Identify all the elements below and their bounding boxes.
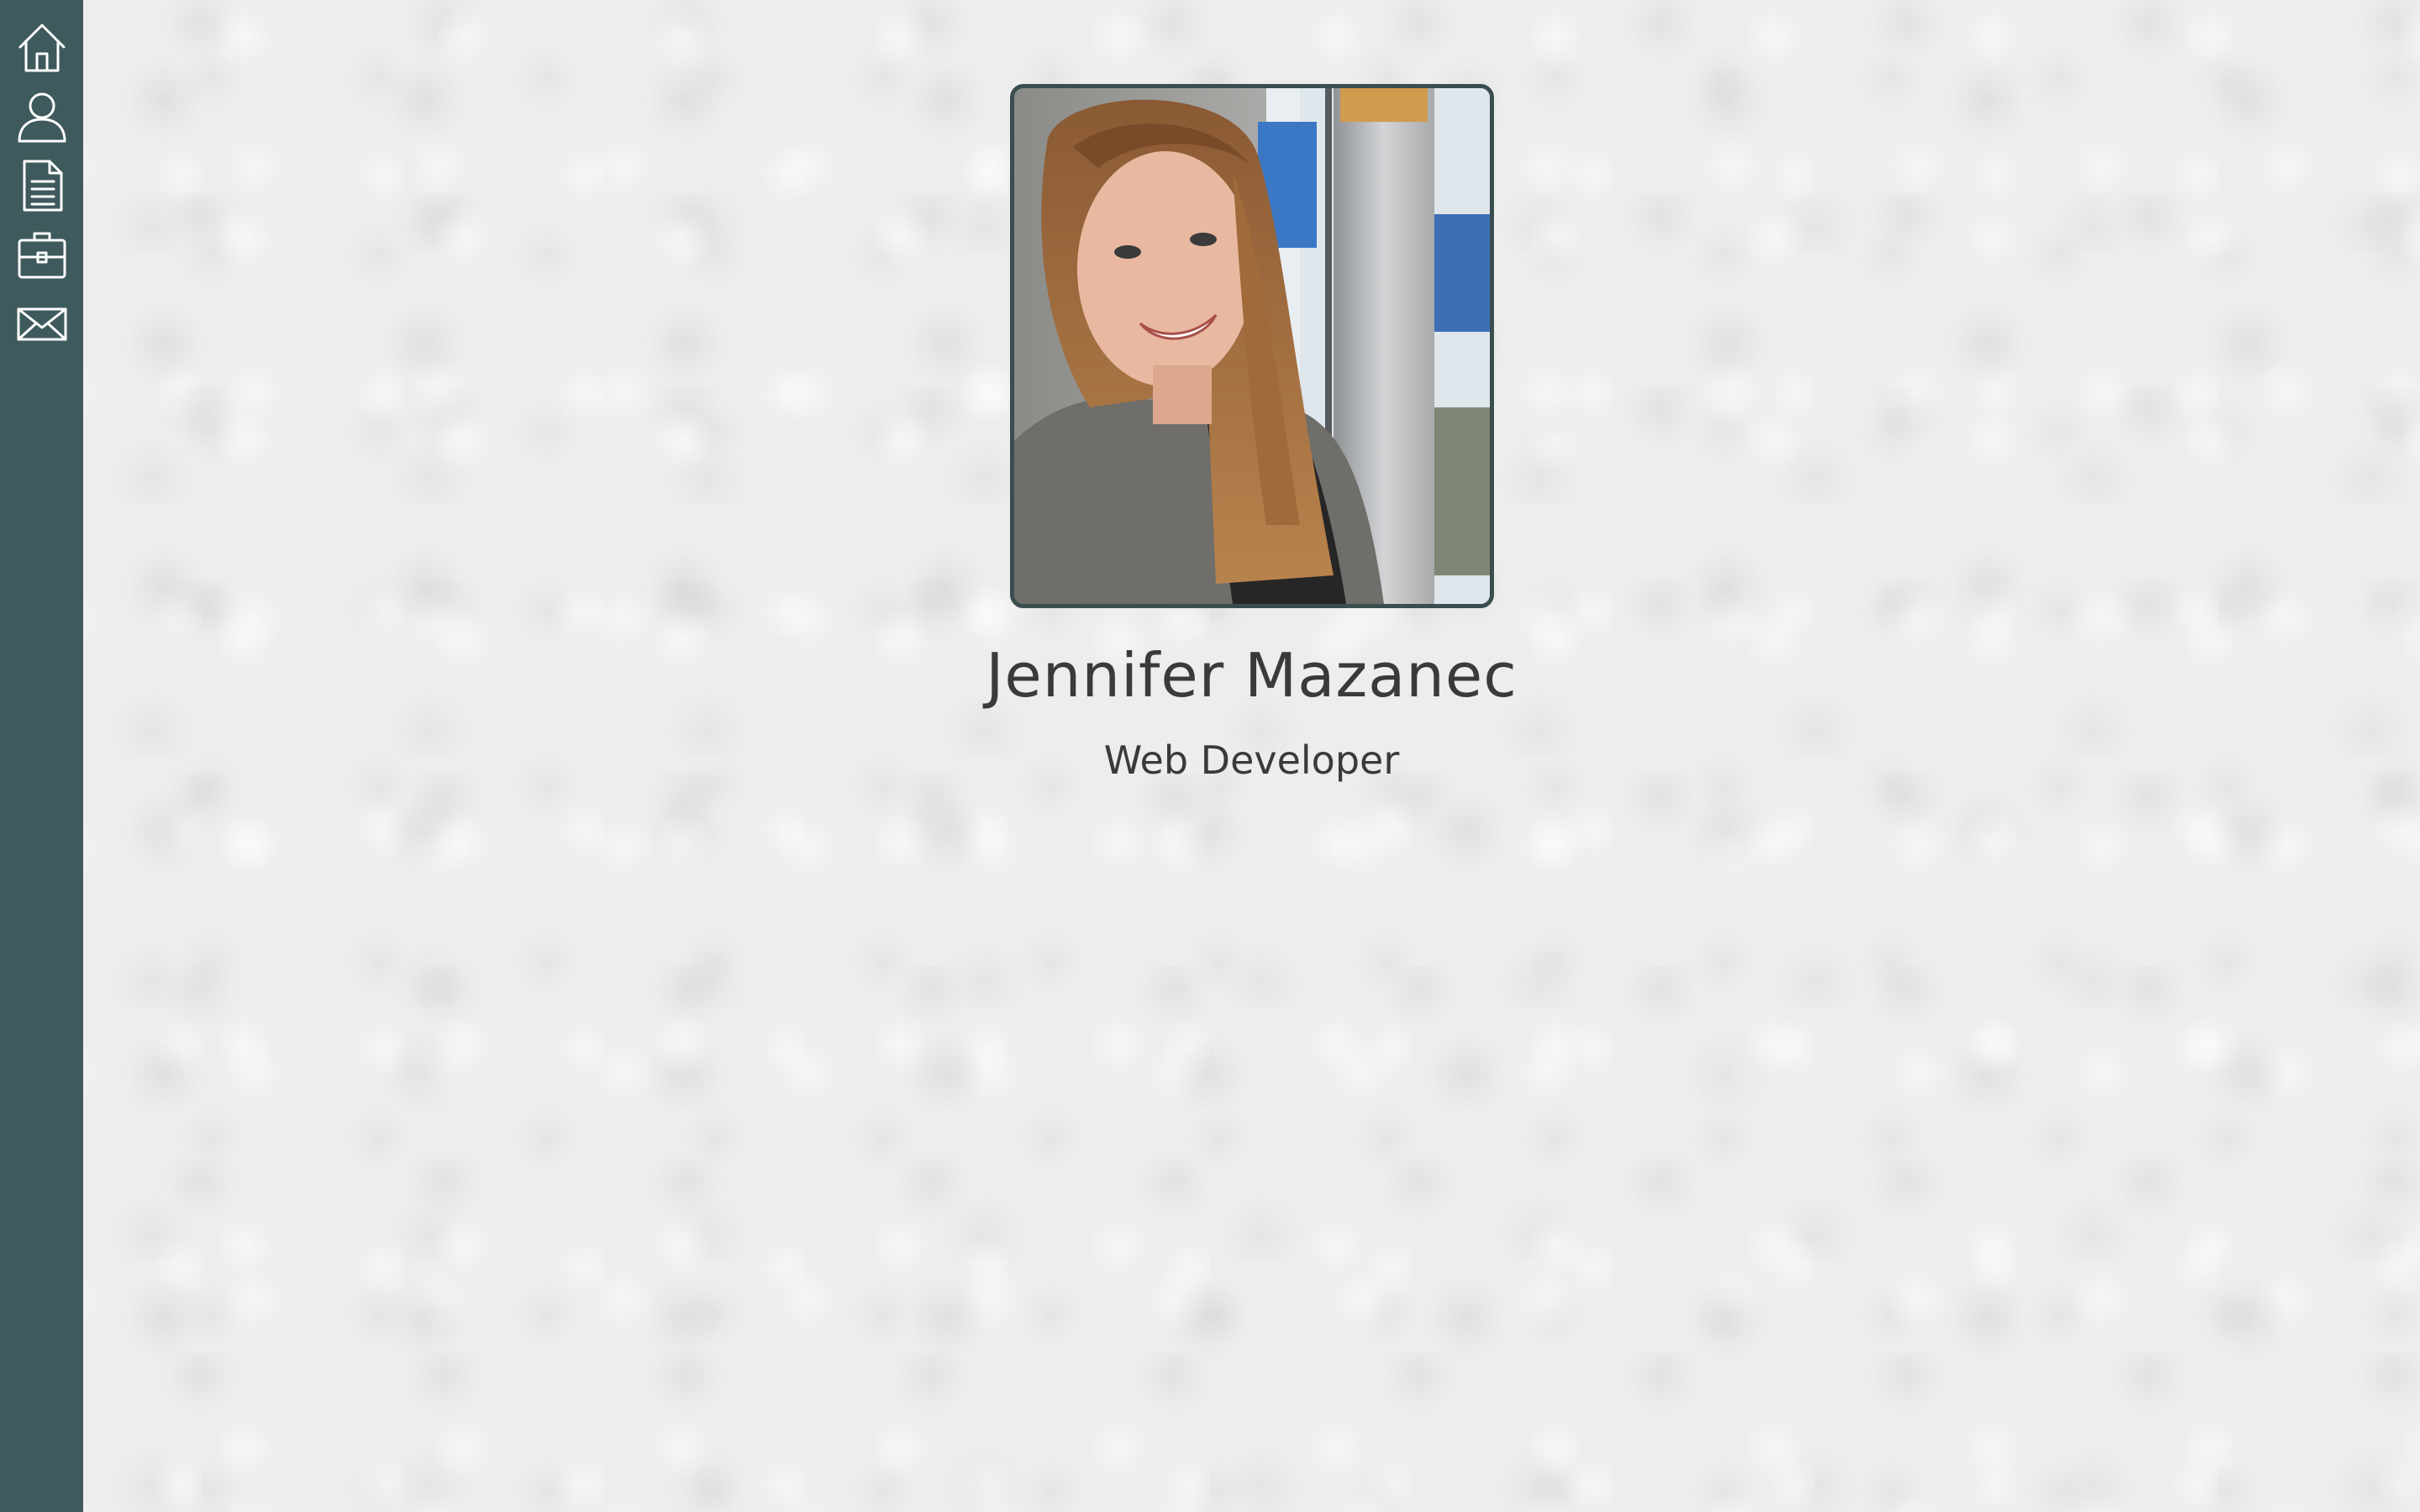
home-icon [18, 24, 65, 72]
profile-section: Jennifer Mazanec Web Developer [83, 0, 2420, 783]
sidebar-nav [0, 0, 83, 1512]
profile-photo-image [1013, 88, 1490, 604]
nav-home[interactable] [0, 13, 83, 82]
mail-icon [17, 307, 66, 341]
profile-title: Web Developer [1103, 738, 1400, 783]
profile-photo [1009, 84, 1494, 608]
document-icon [23, 160, 62, 212]
nav-portfolio[interactable] [0, 220, 83, 289]
profile-name: Jennifer Mazanec [986, 640, 1518, 711]
nav-about[interactable] [0, 82, 83, 151]
briefcase-icon [18, 232, 66, 279]
user-icon [18, 92, 66, 143]
nav-resume[interactable] [0, 151, 83, 220]
nav-contact[interactable] [0, 289, 83, 358]
